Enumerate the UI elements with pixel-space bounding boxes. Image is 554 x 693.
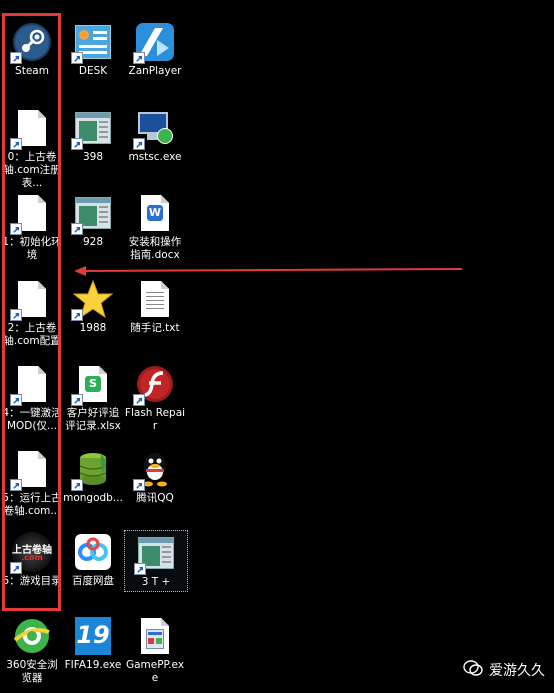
desktop-icon-game-folder[interactable]: 上古卷轴 .com 6：游戏目录 (1, 532, 63, 588)
text-file-icon (135, 279, 175, 319)
desktop-icon-mstsc[interactable]: mstsc.exe (124, 108, 186, 164)
icon-label: 360安全浏览器 (6, 659, 58, 684)
word-document-icon: W (135, 193, 175, 233)
desktop-icon-registry-doc[interactable]: 0：上古卷轴.com注册表... (1, 108, 63, 190)
desktop-icon-desk[interactable]: DESK (62, 22, 124, 78)
watermark-text: 爱游久久 (489, 663, 545, 679)
icon-label: 客户好评追评记录.xlsx (65, 407, 121, 432)
document-icon (10, 193, 52, 235)
shortcut-arrow-icon (10, 479, 22, 491)
shortcut-arrow-icon (71, 479, 83, 491)
desktop-icon-reviews-xlsx[interactable]: S 客户好评追评记录.xlsx (62, 364, 124, 433)
mongodb-icon (71, 449, 113, 491)
desktop-icon-guide-docx[interactable]: W 安装和操作指南.docx (124, 193, 186, 262)
icon-label: 0：上古卷轴.com注册表... (3, 151, 61, 189)
shortcut-arrow-icon (10, 562, 22, 574)
desktop-icon-fifa19[interactable]: 19 FIFA19.exe (62, 616, 124, 672)
desktop-icon-init-env[interactable]: 1：初始化环境 (1, 193, 63, 262)
icon-label: 398 (82, 151, 104, 163)
shortcut-arrow-icon (133, 479, 145, 491)
shortcut-arrow-icon (10, 52, 22, 64)
desktop-icon-steam[interactable]: Steam (1, 22, 63, 78)
desk-control-icon (71, 22, 113, 64)
document-icon (10, 279, 52, 321)
fifa-logo-text: 19 (76, 621, 110, 649)
window-app-icon (134, 533, 176, 575)
icon-label: GamePP.exe (125, 659, 185, 684)
shortcut-arrow-icon (71, 309, 83, 321)
shortcut-arrow-icon (133, 394, 145, 406)
icon-label: 928 (82, 236, 104, 248)
spreadsheet-icon: S (71, 364, 113, 406)
desktop-icon-activate-mod[interactable]: 4：一键激活MOD(仅... (1, 364, 63, 433)
shortcut-arrow-icon (134, 563, 146, 575)
icon-label: 3 T + (141, 576, 171, 588)
document-icon (10, 364, 52, 406)
flash-icon (133, 364, 175, 406)
star-icon (71, 279, 114, 321)
shortcut-arrow-icon (133, 52, 145, 64)
skyrim-logo-icon: 上古卷轴 .com (10, 532, 52, 574)
desktop-icon-360-browser[interactable]: 360安全浏览器 (1, 616, 63, 685)
shortcut-arrow-icon (10, 309, 22, 321)
watermark: 爱游久久 (463, 660, 545, 680)
desktop-icon-run-game[interactable]: 5：运行上古卷轴.com... (1, 449, 63, 518)
icon-label: 6：游戏目录 (2, 575, 62, 587)
desktop-icon-config[interactable]: 2：上古卷轴.com配置 (1, 279, 63, 348)
shortcut-arrow-icon (133, 138, 145, 150)
logo-subtext: .com (21, 553, 43, 562)
desktop-icon-398[interactable]: 398 (62, 108, 124, 164)
icon-label: mongodb... (63, 492, 123, 504)
icon-label: Steam (15, 65, 49, 77)
icon-label: 1988 (79, 322, 107, 334)
browser-360-icon (12, 616, 52, 656)
desktop-icon-1988[interactable]: 1988 (62, 279, 124, 335)
shortcut-arrow-icon (71, 223, 83, 235)
zanplayer-icon (133, 22, 175, 64)
icon-label: Flash Repair (124, 407, 186, 432)
desktop-icon-928[interactable]: 928 (62, 193, 124, 249)
qq-penguin-icon (133, 449, 175, 491)
icon-label: DESK (78, 65, 108, 77)
icon-label: 安装和操作指南.docx (128, 236, 182, 261)
icon-label: ZanPlayer (128, 65, 182, 77)
baidu-netdisk-icon (73, 532, 113, 572)
desktop-icon-notes-txt[interactable]: 随手记.txt (124, 279, 186, 335)
icon-label: 百度网盘 (72, 575, 114, 587)
document-icon (10, 108, 52, 150)
icon-label: 2：上古卷轴.com配置 (3, 322, 61, 347)
gamepp-icon (135, 616, 175, 656)
shortcut-arrow-icon (71, 394, 83, 406)
annotation-arrow (74, 266, 463, 276)
icon-label: 腾讯QQ (136, 492, 174, 504)
icon-label: 1：初始化环境 (2, 236, 62, 261)
shortcut-arrow-icon (71, 138, 83, 150)
desktop-icon-baidu-netdisk[interactable]: 百度网盘 (62, 532, 124, 588)
icon-label: FIFA19.exe (64, 659, 122, 671)
document-icon (10, 449, 52, 491)
wechat-logo-icon (463, 660, 483, 680)
window-app-icon (71, 108, 113, 150)
desktop-icon-gamepp[interactable]: GamePP.exe (124, 616, 186, 685)
desktop-icon-flash-repair[interactable]: Flash Repair (124, 364, 186, 433)
remote-desktop-icon (133, 108, 175, 150)
fifa-icon: 19 (73, 616, 113, 656)
desktop-icon-3t[interactable]: 3 T + (124, 530, 188, 592)
desktop-icon-mongodb[interactable]: mongodb... (62, 449, 124, 505)
icon-label: 5：运行上古卷轴.com... (2, 492, 62, 517)
desktop-icon-qq[interactable]: 腾讯QQ (124, 449, 186, 505)
icon-label: 4：一键激活MOD(仅... (2, 407, 62, 432)
shortcut-arrow-icon (10, 138, 22, 150)
steam-icon (10, 22, 52, 64)
shortcut-arrow-icon (71, 52, 83, 64)
icon-label: 随手记.txt (130, 322, 180, 334)
window-app-icon (71, 193, 113, 235)
shortcut-arrow-icon (10, 394, 22, 406)
icon-label: mstsc.exe (128, 151, 182, 163)
shortcut-arrow-icon (10, 223, 22, 235)
desktop-icon-zanplayer[interactable]: ZanPlayer (124, 22, 186, 78)
